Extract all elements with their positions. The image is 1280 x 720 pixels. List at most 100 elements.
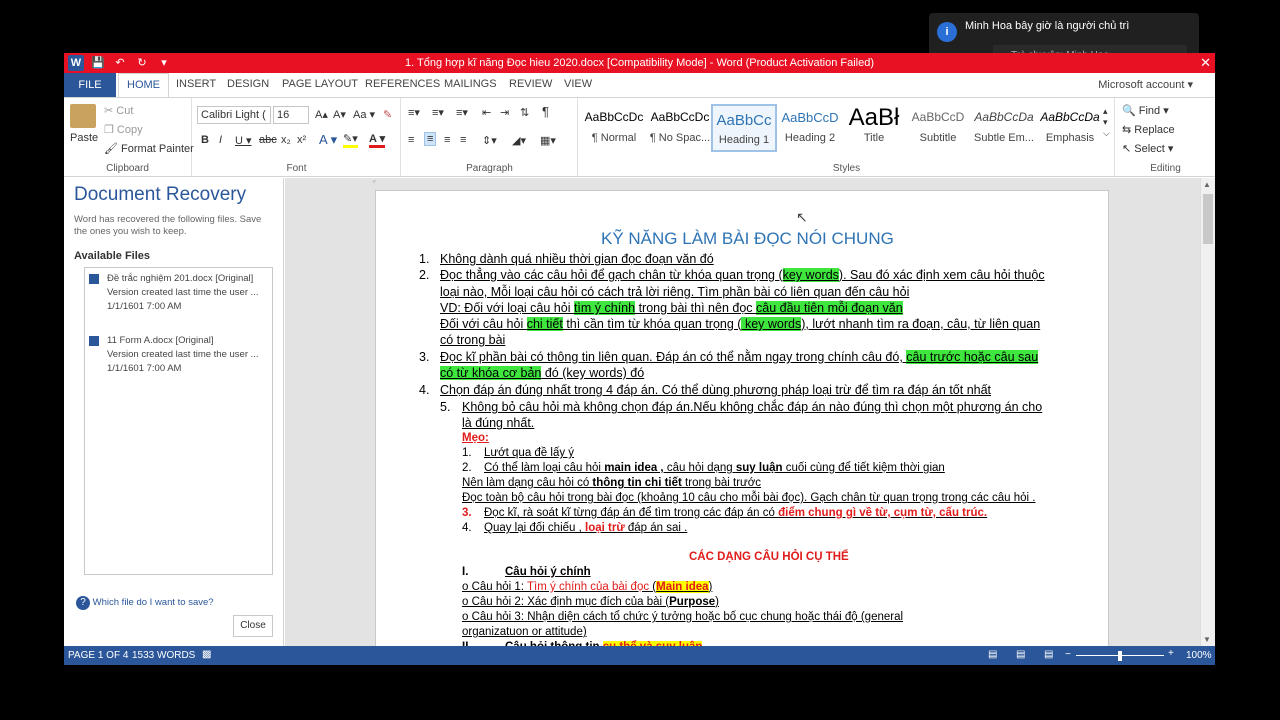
- clipboard-label: Clipboard: [106, 163, 149, 174]
- web-layout-icon[interactable]: ▤: [1044, 649, 1053, 660]
- bullets-icon[interactable]: ≡▾: [408, 106, 420, 119]
- style-no-spacing[interactable]: AaBbCcDc ¶ No Spac...: [647, 104, 713, 152]
- list-number: 2.: [419, 268, 430, 282]
- multilevel-list-icon[interactable]: ≡▾: [456, 106, 468, 119]
- recovery-file-item[interactable]: 11 Form A.docx [Original] Version create…: [89, 334, 269, 376]
- microsoft-account[interactable]: Microsoft account ▾: [1098, 78, 1193, 91]
- text-effects-icon[interactable]: A ▾: [319, 132, 337, 148]
- subscript-button[interactable]: x₂: [281, 134, 291, 146]
- doc-text: VD: Đối với loại câu hỏi: [440, 301, 574, 315]
- tab-view[interactable]: VIEW: [564, 78, 592, 90]
- section-heading: CÁC DẠNG CÂU HỎI CỤ THỂ: [689, 551, 849, 563]
- style-emphasis[interactable]: AaBbCcDa Emphasis: [1037, 104, 1103, 152]
- find-button[interactable]: 🔍 Find ▾: [1122, 104, 1169, 117]
- paste-button[interactable]: Paste: [70, 132, 98, 144]
- zoom-level[interactable]: 100%: [1186, 650, 1212, 661]
- read-mode-icon[interactable]: ▤: [988, 649, 997, 660]
- replace-label: Replace: [1134, 124, 1175, 136]
- style-title[interactable]: AaBł Title: [841, 104, 907, 152]
- style-subtle-emphasis[interactable]: AaBbCcDa Subtle Em...: [971, 104, 1037, 152]
- close-window-button[interactable]: ✕: [1200, 55, 1211, 71]
- page-corner-marker: ⌜: [373, 181, 377, 188]
- style-name: Subtitle: [919, 132, 957, 144]
- borders-icon[interactable]: ▦▾: [540, 134, 556, 147]
- underline-button[interactable]: U ▾: [235, 134, 252, 147]
- italic-button[interactable]: I: [219, 134, 222, 146]
- font-size-box[interactable]: 16: [273, 106, 309, 124]
- word-window: W 💾 ↶ ↻ ▾ 1. Tổng hợp kĩ năng Đọc hieu 2…: [64, 53, 1215, 665]
- document-page[interactable]: KỸ NĂNG LÀM BÀI ĐỌC NÓI CHUNG 1. Không d…: [375, 190, 1109, 660]
- highlight-icon[interactable]: ✎▾: [343, 132, 358, 148]
- help-link[interactable]: ? Which file do I want to save?: [76, 596, 214, 610]
- paste-icon[interactable]: [70, 104, 96, 128]
- doc-text: o Câu hỏi 2: Xác định mục đích của bài (: [462, 596, 670, 608]
- bold-button[interactable]: B: [201, 134, 209, 146]
- styles-scroll-icon[interactable]: ▴ ▾ ⌵: [1103, 106, 1110, 139]
- zoom-out-button[interactable]: −: [1065, 649, 1071, 660]
- replace-button[interactable]: ⇆ Replace: [1122, 123, 1175, 136]
- recovery-file-item[interactable]: Đề trắc nghiệm 201.docx [Original] Versi…: [89, 272, 269, 314]
- shrink-font-button[interactable]: A▾: [333, 108, 346, 121]
- style-normal[interactable]: AaBbCcDc ¶ Normal: [581, 104, 647, 152]
- increase-indent-icon[interactable]: ⇥: [500, 106, 509, 119]
- tab-insert[interactable]: INSERT: [176, 78, 216, 90]
- clear-formatting-icon[interactable]: ✎: [383, 108, 392, 121]
- shading-icon[interactable]: ◢▾: [512, 134, 526, 147]
- justify-icon[interactable]: ≡: [460, 134, 466, 146]
- line-spacing-icon[interactable]: ⇕▾: [482, 134, 497, 147]
- page-count[interactable]: PAGE 1 OF 4: [68, 650, 128, 661]
- tab-file[interactable]: FILE: [64, 73, 116, 97]
- strikethrough-button[interactable]: abc: [259, 134, 277, 146]
- vertical-scrollbar[interactable]: ▲ ▼: [1200, 178, 1215, 646]
- cut-button[interactable]: ✂ Cut: [104, 104, 133, 117]
- word-count[interactable]: 1533 WORDS: [132, 650, 195, 661]
- superscript-button[interactable]: x²: [297, 134, 306, 146]
- copy-icon: ❐: [104, 124, 117, 136]
- align-left-icon[interactable]: ≡: [408, 134, 414, 146]
- doc-heading: KỸ NĂNG LÀM BÀI ĐỌC NÓI CHUNG: [601, 229, 894, 248]
- close-recovery-button[interactable]: Close: [233, 615, 273, 637]
- decrease-indent-icon[interactable]: ⇤: [482, 106, 491, 119]
- numbering-icon[interactable]: ≡▾: [432, 106, 444, 119]
- available-files-heading: Available Files: [74, 250, 151, 262]
- scroll-thumb[interactable]: [1203, 194, 1213, 244]
- change-case-button[interactable]: Aa ▾: [353, 108, 375, 121]
- scroll-up-icon[interactable]: ▲: [1203, 180, 1211, 189]
- zoom-in-button[interactable]: +: [1168, 648, 1174, 659]
- format-painter-button[interactable]: 🖌 Format Painter: [104, 142, 194, 155]
- tab-page-layout[interactable]: PAGE LAYOUT: [282, 78, 358, 90]
- style-preview: AaBbCcDa: [1040, 110, 1100, 124]
- style-preview: AaBbCcDc: [650, 110, 710, 124]
- doc-text: Đọc kĩ phần bài có thông tin liên quan. …: [440, 350, 907, 364]
- scroll-down-icon[interactable]: ▼: [1203, 635, 1211, 644]
- align-center-icon[interactable]: ≡: [424, 132, 437, 146]
- print-layout-icon[interactable]: ▤: [1016, 649, 1025, 660]
- font-name-box[interactable]: Calibri Light (: [197, 106, 271, 124]
- style-name: ¶ Normal: [591, 132, 637, 144]
- font-color-icon[interactable]: A ▾: [369, 132, 386, 148]
- copy-button[interactable]: ❐ Copy: [104, 123, 143, 136]
- doc-text: trong bài trước: [681, 477, 762, 489]
- help-icon: ?: [76, 596, 90, 610]
- doc-line: Đối với câu hỏi chi tiết thì cần tìm từ …: [440, 317, 1040, 331]
- tab-home[interactable]: HOME: [118, 73, 169, 98]
- doc-line: là đúng nhất.: [462, 416, 535, 430]
- zoom-slider-thumb[interactable]: [1118, 651, 1122, 661]
- doc-bold-red: loại trừ: [585, 522, 625, 534]
- list-number: 4.: [462, 522, 472, 534]
- tab-mailings[interactable]: MAILINGS: [444, 78, 497, 90]
- recovery-file-list: Đề trắc nghiệm 201.docx [Original] Versi…: [84, 267, 273, 575]
- style-heading-2[interactable]: AaBbCcD Heading 2: [777, 104, 843, 152]
- select-button[interactable]: ↖ Select ▾: [1122, 142, 1173, 155]
- grow-font-button[interactable]: A▴: [315, 108, 328, 121]
- sort-icon[interactable]: ⇅: [520, 106, 529, 119]
- tab-references[interactable]: REFERENCES: [365, 78, 440, 90]
- style-heading-1[interactable]: AaBbCc Heading 1: [711, 104, 777, 152]
- align-right-icon[interactable]: ≡: [444, 134, 450, 146]
- tab-design[interactable]: DESIGN: [227, 78, 269, 90]
- doc-line: o Câu hỏi 1: Tìm ý chính của bài đọc (Ma…: [462, 581, 712, 593]
- style-subtitle[interactable]: AaBbCcD Subtitle: [905, 104, 971, 152]
- tab-review[interactable]: REVIEW: [509, 78, 552, 90]
- show-marks-icon[interactable]: ¶: [542, 104, 549, 119]
- proofing-icon[interactable]: ▩: [202, 649, 211, 660]
